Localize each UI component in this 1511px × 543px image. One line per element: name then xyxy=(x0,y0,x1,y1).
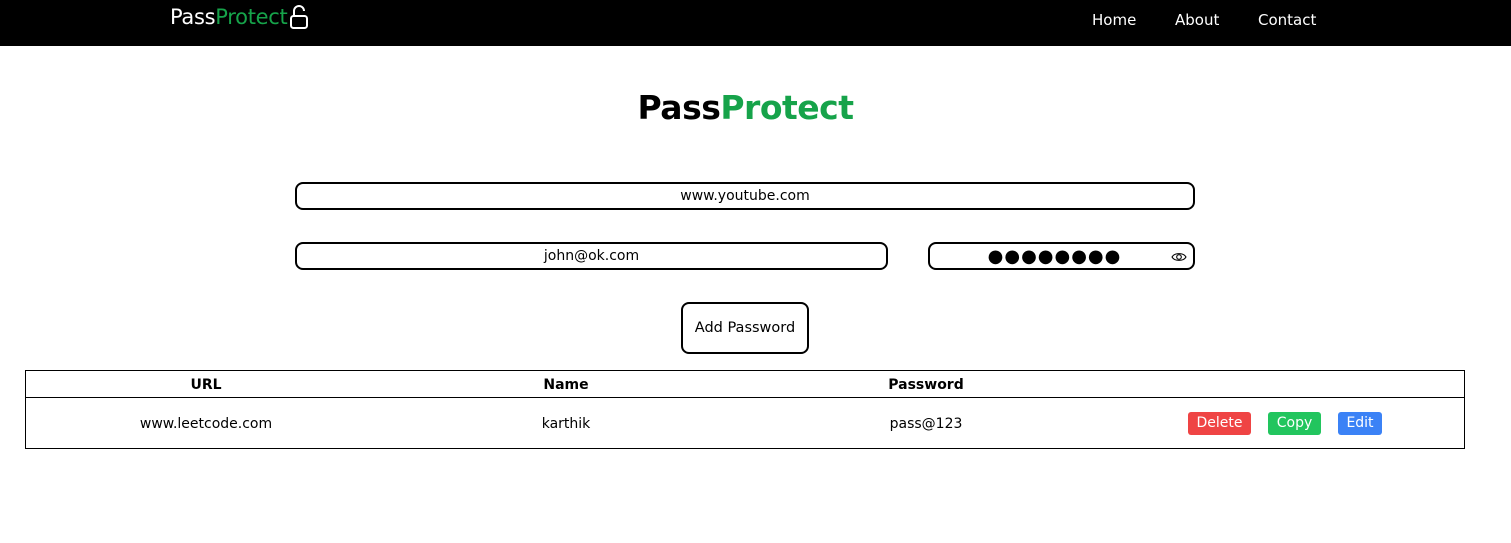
column-header-password: Password xyxy=(888,377,964,393)
password-input[interactable] xyxy=(928,242,1195,270)
column-header-url: URL xyxy=(190,377,222,393)
eye-icon[interactable] xyxy=(1171,249,1187,263)
url-input[interactable] xyxy=(295,182,1195,210)
password-field-wrapper xyxy=(928,242,1195,270)
nav-link-about[interactable]: About xyxy=(1175,10,1219,30)
nav-logo-pass: Pass xyxy=(170,5,216,29)
column-header-name: Name xyxy=(543,377,589,393)
lock-icon xyxy=(289,4,309,30)
nav-link-contact[interactable]: Contact xyxy=(1258,10,1316,30)
cell-password: pass@123 xyxy=(889,416,963,432)
page-title-protect: Protect xyxy=(720,88,854,127)
nav-link-home[interactable]: Home xyxy=(1092,10,1136,30)
page-title: PassProtect xyxy=(0,88,1491,128)
page-title-pass: Pass xyxy=(637,88,721,127)
nav-logo-protect: Protect xyxy=(215,5,288,29)
table-header: URL Name Password xyxy=(26,371,1464,398)
username-input[interactable] xyxy=(295,242,888,270)
passwords-table: URL Name Password www.leetcode.com karth… xyxy=(25,370,1465,449)
copy-button[interactable]: Copy xyxy=(1268,412,1321,435)
cell-name: karthik xyxy=(541,416,591,432)
edit-button[interactable]: Edit xyxy=(1338,412,1382,435)
cell-url: www.leetcode.com xyxy=(139,416,273,432)
add-password-button[interactable]: Add Password xyxy=(681,302,809,354)
navbar: Pass Protect Home About Contact xyxy=(0,0,1511,46)
nav-logo[interactable]: Pass Protect xyxy=(170,3,309,31)
table-row: www.leetcode.com karthik pass@123 Delete… xyxy=(26,398,1464,448)
delete-button[interactable]: Delete xyxy=(1188,412,1251,435)
